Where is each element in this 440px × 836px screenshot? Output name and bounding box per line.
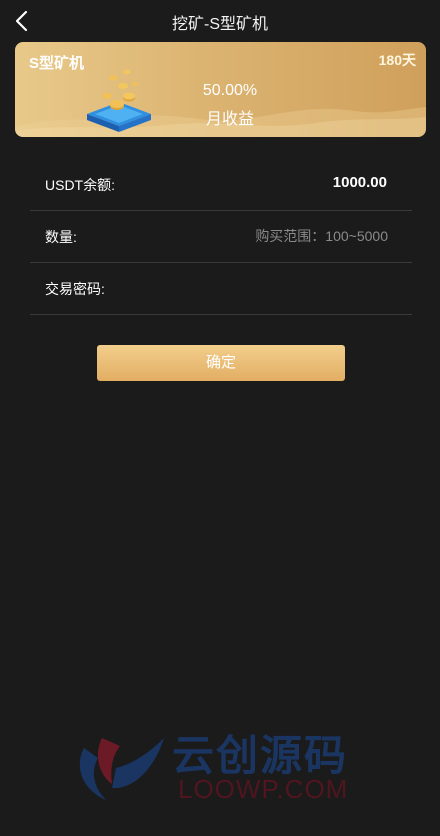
miner-name: S型矿机 (29, 55, 85, 72)
password-row: 交易密码: (30, 263, 412, 315)
balance-label: USDT余额: (45, 177, 115, 193)
trade-password-label: 交易密码: (45, 281, 105, 297)
top-bar: 挖矿-S型矿机 (0, 0, 440, 42)
quantity-row: 数量: (30, 211, 412, 263)
page-title: 挖矿-S型矿机 (171, 16, 268, 33)
balance-row: USDT余额: 1000.00 (30, 159, 412, 211)
mining-coins-icon (87, 69, 151, 132)
quantity-label: 数量: (45, 229, 77, 245)
trade-password-input[interactable] (140, 275, 388, 301)
watermark-text-en: LOOWP.COM (178, 774, 349, 804)
monthly-rate-label: 月收益 (205, 111, 254, 128)
quantity-input[interactable] (140, 223, 388, 249)
monthly-rate: 50.00% (202, 82, 258, 99)
miner-card: S型矿机 180天 50.00% 月收益 (15, 42, 426, 137)
watermark: 云创源码 LOOWP.COM (72, 718, 372, 808)
confirm-button[interactable]: 确定 (97, 345, 345, 381)
balance-value: 1000.00 (332, 174, 387, 191)
watermark-logo (79, 738, 164, 800)
miner-duration: 180天 (378, 52, 416, 68)
